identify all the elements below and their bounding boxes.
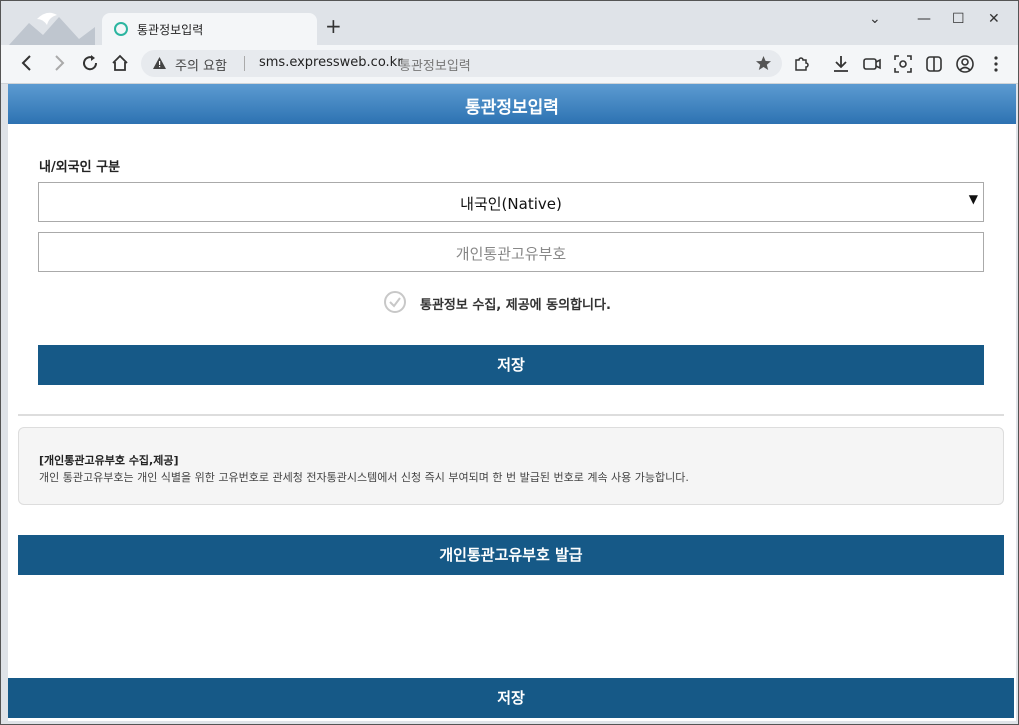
site-favicon-icon (114, 22, 128, 36)
info-title: [개인통관고유부호 수집,제공] (39, 454, 179, 467)
warning-icon[interactable] (153, 57, 166, 70)
maximize-icon[interactable]: ☐ (952, 11, 965, 27)
security-warning-label[interactable]: 주의 요함 (175, 55, 227, 74)
forward-icon[interactable] (49, 53, 69, 73)
tab-search-icon[interactable]: ⌄ (869, 11, 881, 27)
url-page-title[interactable]: 통관정보입력 (399, 55, 471, 74)
download-icon[interactable] (831, 54, 851, 74)
divider (18, 414, 1004, 416)
home-icon[interactable] (110, 53, 130, 73)
browser-window: 통관정보입력 + ⌄ — ☐ ✕ 주의 요함 sms.expressweb.co… (0, 0, 1019, 725)
screenshot-icon[interactable] (893, 54, 913, 74)
page-content: 통관정보입력 내/외국인 구분 내국인(Native) ▼ 개인통관고유부호 통… (8, 84, 1016, 721)
customs-id-placeholder: 개인통관고유부호 (455, 245, 567, 263)
close-window-icon[interactable]: ✕ (988, 11, 1000, 27)
customs-id-info-box: [개인통관고유부호 수집,제공] 개인 통관고유부호는 개인 식별을 위한 고유… (18, 427, 1004, 505)
tab-strip: 통관정보입력 + ⌄ — ☐ ✕ (1, 1, 1018, 46)
save-button[interactable]: 저장 (38, 345, 984, 385)
reload-icon[interactable] (80, 53, 100, 73)
omnibox-separator (244, 56, 245, 71)
info-text: 개인 통관고유부호는 개인 식별을 위한 고유번호로 관세청 전자통관시스템에서… (39, 471, 689, 484)
menu-kebab-icon[interactable] (986, 54, 1006, 74)
consent-label[interactable]: 통관정보 수집, 제공에 동의합니다. (420, 294, 611, 313)
back-icon[interactable] (17, 53, 37, 73)
page-title: 통관정보입력 (465, 98, 559, 118)
minimize-icon[interactable]: — (917, 11, 931, 27)
extensions-icon[interactable] (791, 54, 811, 74)
issue-customs-id-button[interactable]: 개인통관고유부호 발급 (18, 535, 1004, 575)
profile-theme-art (9, 12, 95, 45)
customs-id-input[interactable]: 개인통관고유부호 (38, 232, 984, 272)
new-tab-button[interactable]: + (325, 16, 342, 36)
page-header: 통관정보입력 (8, 84, 1016, 124)
tab-title: 통관정보입력 (137, 23, 204, 37)
url-host[interactable]: sms.expressweb.co.kr (259, 55, 403, 70)
side-panel-icon[interactable] (924, 54, 944, 74)
consent-checkbox-icon[interactable] (384, 291, 406, 313)
bottom-save-button[interactable]: 저장 (8, 678, 1014, 718)
video-icon[interactable] (862, 54, 882, 74)
profile-icon[interactable] (955, 54, 975, 74)
foreigner-type-label: 내/외국인 구분 (39, 160, 121, 175)
browser-toolbar: 주의 요함 sms.expressweb.co.kr 통관정보입력 (1, 45, 1018, 84)
bookmark-star-icon[interactable] (755, 55, 772, 72)
address-bar[interactable]: 주의 요함 sms.expressweb.co.kr 통관정보입력 (141, 50, 782, 77)
foreigner-type-value: 내국인(Native) (460, 195, 562, 213)
foreigner-type-select[interactable]: 내국인(Native) ▼ (38, 182, 984, 222)
chevron-down-icon: ▼ (968, 192, 978, 206)
active-tab[interactable]: 통관정보입력 (102, 13, 317, 46)
